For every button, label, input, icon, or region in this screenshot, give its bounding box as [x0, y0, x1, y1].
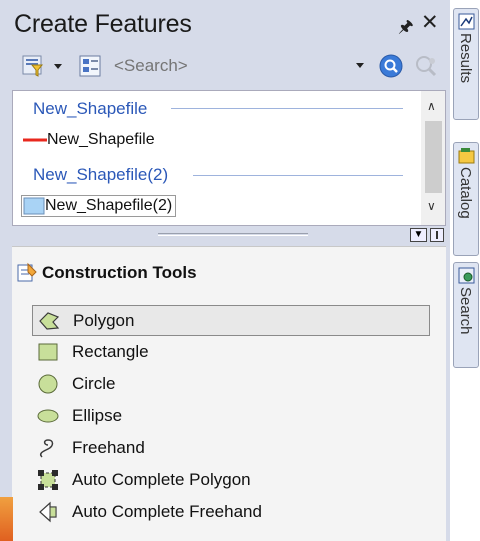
- ellipse-icon: [37, 409, 59, 423]
- split-icon[interactable]: [430, 228, 444, 242]
- construction-tools-icon: [17, 262, 37, 282]
- template-item-new-shapefile-2[interactable]: New_Shapefile(2): [21, 195, 177, 218]
- panel-splitter[interactable]: ▼: [12, 228, 446, 242]
- catalog-icon: [458, 148, 475, 164]
- tool-label: Circle: [72, 374, 116, 393]
- panel-title: Create Features: [14, 10, 192, 38]
- dock-tab-results[interactable]: Results: [453, 8, 479, 120]
- organize-templates-button[interactable]: [78, 53, 104, 79]
- close-icon[interactable]: ✕: [421, 10, 439, 35]
- freehand-icon: [39, 439, 54, 458]
- template-list-scrollbar[interactable]: ∧ ∨: [421, 91, 445, 225]
- rectangle-icon: [38, 343, 58, 361]
- construction-tools-title: Construction Tools: [42, 263, 197, 282]
- search-button[interactable]: [379, 54, 403, 78]
- scroll-up-icon[interactable]: ∧: [427, 99, 436, 113]
- tool-label: Rectangle: [72, 342, 149, 361]
- tool-label: Ellipse: [72, 406, 123, 425]
- tool-circle[interactable]: Circle: [32, 369, 430, 400]
- dock-tab-catalog[interactable]: Catalog: [453, 142, 479, 256]
- app-corner-decoration: [0, 497, 13, 541]
- template-item-label: New_Shapefile: [47, 131, 155, 148]
- circle-icon: [38, 374, 58, 394]
- search-tab-icon: [458, 267, 475, 284]
- splitter-grip[interactable]: [158, 233, 308, 236]
- tool-ellipse[interactable]: Ellipse: [32, 401, 430, 432]
- template-list: New_Shapefile New_Shapefile New_Shapefil…: [12, 90, 446, 226]
- auto-complete-freehand-icon: [39, 501, 57, 523]
- group-divider: [193, 175, 403, 176]
- search-icon: [379, 54, 403, 78]
- template-item-new-shapefile[interactable]: New_Shapefile: [23, 131, 155, 149]
- title-bar: Create Features 🖈︎ ✕: [0, 0, 450, 45]
- filter-templates-button[interactable]: [22, 53, 64, 79]
- line-symbol-icon: [23, 138, 47, 142]
- tool-label: Polygon: [73, 311, 135, 330]
- dock-tab-label: Catalog: [457, 167, 474, 219]
- tool-label: Auto Complete Polygon: [72, 470, 251, 489]
- scroll-down-icon[interactable]: ∨: [427, 199, 436, 213]
- polygon-icon: [39, 312, 60, 330]
- tool-rectangle[interactable]: Rectangle: [32, 337, 430, 368]
- construction-tools-section: Construction Tools Polygon Rectangle Cir…: [12, 246, 446, 541]
- construction-tools-header: Construction Tools: [12, 247, 446, 291]
- group-header-new-shapefile[interactable]: New_Shapefile: [33, 99, 147, 119]
- tool-auto-complete-freehand[interactable]: Auto Complete Freehand: [32, 497, 430, 528]
- right-dock: Results Catalog Search: [450, 0, 480, 541]
- dock-tab-search[interactable]: Search: [453, 262, 479, 368]
- results-icon: [458, 13, 475, 30]
- scroll-thumb[interactable]: [425, 121, 442, 193]
- tool-freehand[interactable]: Freehand: [32, 433, 430, 464]
- pin-icon[interactable]: 🖈︎: [398, 14, 414, 43]
- advanced-search-button[interactable]: [414, 54, 438, 78]
- search-dropdown-arrow[interactable]: [356, 63, 364, 68]
- search-input[interactable]: [114, 54, 366, 78]
- dock-tab-label: Results: [457, 33, 474, 84]
- group-header-new-shapefile-2[interactable]: New_Shapefile(2): [33, 165, 168, 185]
- filter-icon: [22, 55, 62, 77]
- organize-icon: [79, 55, 101, 77]
- tool-label: Freehand: [72, 438, 145, 457]
- auto-complete-polygon-icon: [38, 470, 58, 490]
- polygon-symbol-icon: [23, 197, 45, 215]
- create-features-panel: Create Features 🖈︎ ✕ <Search> New_Shapef…: [0, 0, 450, 541]
- tool-polygon[interactable]: Polygon: [32, 305, 430, 336]
- tool-auto-complete-polygon[interactable]: Auto Complete Polygon: [32, 465, 430, 496]
- collapse-icon[interactable]: ▼: [410, 228, 427, 242]
- template-item-label: New_Shapefile(2): [45, 197, 173, 215]
- advanced-search-icon: [416, 56, 437, 77]
- tool-label: Auto Complete Freehand: [72, 502, 262, 521]
- group-divider: [171, 108, 403, 109]
- dock-tab-label: Search: [457, 287, 474, 335]
- toolbar: [0, 45, 450, 87]
